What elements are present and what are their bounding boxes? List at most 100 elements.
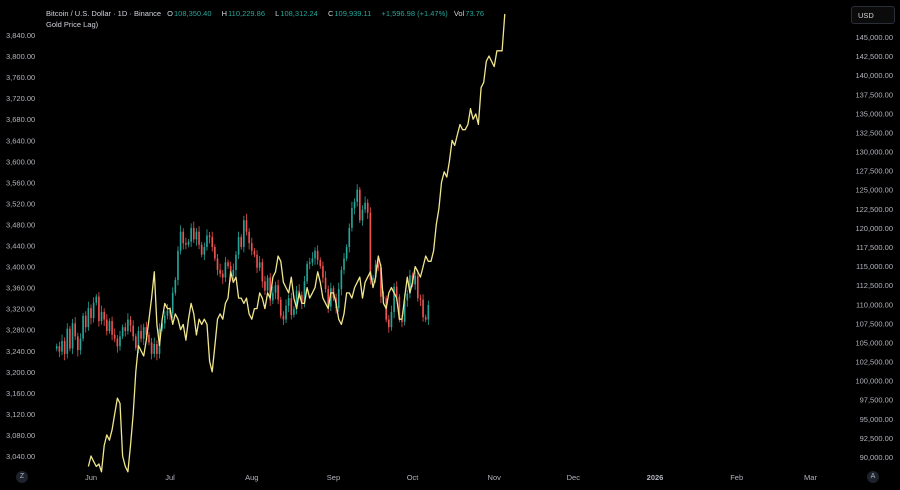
close-value: 109,939.11 [334,9,372,18]
price-chart[interactable]: 3,040.00 3,080.00 3,120.00 3,160.00 3,200.00… [0,0,900,490]
candle-body [79,338,82,351]
auto-scale-button[interactable]: A [867,471,879,483]
candle-body [66,328,69,354]
x-axis-tick: Mar [804,473,817,482]
candle-body [103,311,105,320]
candle-body [127,319,129,331]
right-axis-tick: 122,500.00 [855,205,893,214]
candle-body [324,277,327,289]
left-axis-tick: 3,120.00 [6,410,35,419]
candle-body [240,237,243,247]
left-axis-tick: 3,800.00 [6,52,35,61]
candle-body [192,227,195,240]
candle-body [148,334,150,343]
candle-body [274,285,277,293]
candle-body [111,321,113,335]
candle-body [156,343,158,354]
candle-body [348,227,351,247]
candle-body [351,208,353,228]
change-value: +1,596.98 (+1.47%) [381,9,448,18]
candle-body [171,292,174,314]
candle-body [390,311,393,328]
x-axis-tick: Oct [407,473,420,482]
right-axis-tick: 105,000.00 [855,338,893,347]
candle-body [150,342,153,354]
candle-body [200,244,203,255]
right-axis-tick: 110,000.00 [856,300,893,309]
candle-body [277,285,279,300]
candle-body [253,250,256,255]
candle-body [166,310,169,316]
right-axis-tick: 125,000.00 [855,186,893,195]
left-axis-tick: 3,400.00 [6,263,35,272]
candle-body [121,327,124,337]
x-axis-tick: Nov [488,473,502,482]
close-label: C [327,9,334,18]
x-axis-tick: Jun [85,473,97,482]
right-axis-tick: 137,500.00 [855,90,893,99]
candle-body [424,317,427,320]
indicator-label[interactable]: Gold Price Lag) [46,20,98,29]
right-axis-tick: 120,000.00 [855,224,893,233]
candle-body [256,254,258,268]
candle-body [345,247,348,259]
symbol-title[interactable]: Bitcoin / U.S. Dollar · 1D · Binance [46,9,161,18]
candle-body [61,340,63,352]
candle-body [179,231,182,251]
left-axis-tick: 3,240.00 [6,347,35,356]
candle-body [340,269,343,289]
candle-body [395,286,398,297]
candle-body [319,259,322,267]
candle-body [406,293,409,301]
right-axis-tick: 140,000.00 [855,71,893,80]
candle-body [237,237,240,255]
candle-body [82,315,84,339]
left-axis-tick: 3,720.00 [6,94,35,103]
candle-body [372,277,374,280]
left-axis-tick: 3,160.00 [6,389,35,398]
candle-body [343,258,345,270]
candle-body [185,243,187,245]
candle-body [221,273,224,278]
candle-body [206,235,208,247]
right-axis-tick: 142,500.00 [855,52,893,61]
candle-body [266,277,269,291]
candle-body [100,311,103,322]
candle-body [248,231,250,244]
left-axis-tick: 3,320.00 [6,305,35,314]
x-axis-tick: Feb [730,473,743,482]
left-scale-button[interactable]: Z [16,471,28,483]
candle-body [314,250,316,259]
candle-body [308,262,311,264]
currency-button[interactable]: USD [851,6,895,24]
gold-price-lag-line [87,13,506,473]
left-axis-tick: 3,680.00 [6,115,35,124]
left-axis-tick: 3,440.00 [6,242,35,251]
candle-body [142,327,145,339]
candle-body [211,237,214,247]
right-axis-tick: 145,000.00 [855,33,893,42]
candle-body [369,212,372,280]
candle-body [419,298,422,300]
candle-body [153,343,156,354]
candle-body [311,258,314,263]
candle-body [287,298,290,306]
left-axis-tick: 3,760.00 [6,73,35,82]
left-axis-tick: 3,280.00 [6,326,35,335]
candle-body [361,209,364,221]
candle-body [116,338,119,347]
candle-body [401,319,403,322]
candle-body [203,247,206,255]
candle-body [353,201,356,209]
candle-body [140,331,142,339]
candle-body [92,302,95,319]
left-axis-tick: 3,600.00 [6,157,35,166]
left-axis-tick: 3,560.00 [6,178,35,187]
low-label: L [275,9,280,18]
candle-body [55,346,58,349]
candle-body [182,231,185,244]
candle-body [427,305,430,320]
candle-body [366,202,369,213]
candle-body [98,296,100,322]
candle-body [190,227,192,242]
